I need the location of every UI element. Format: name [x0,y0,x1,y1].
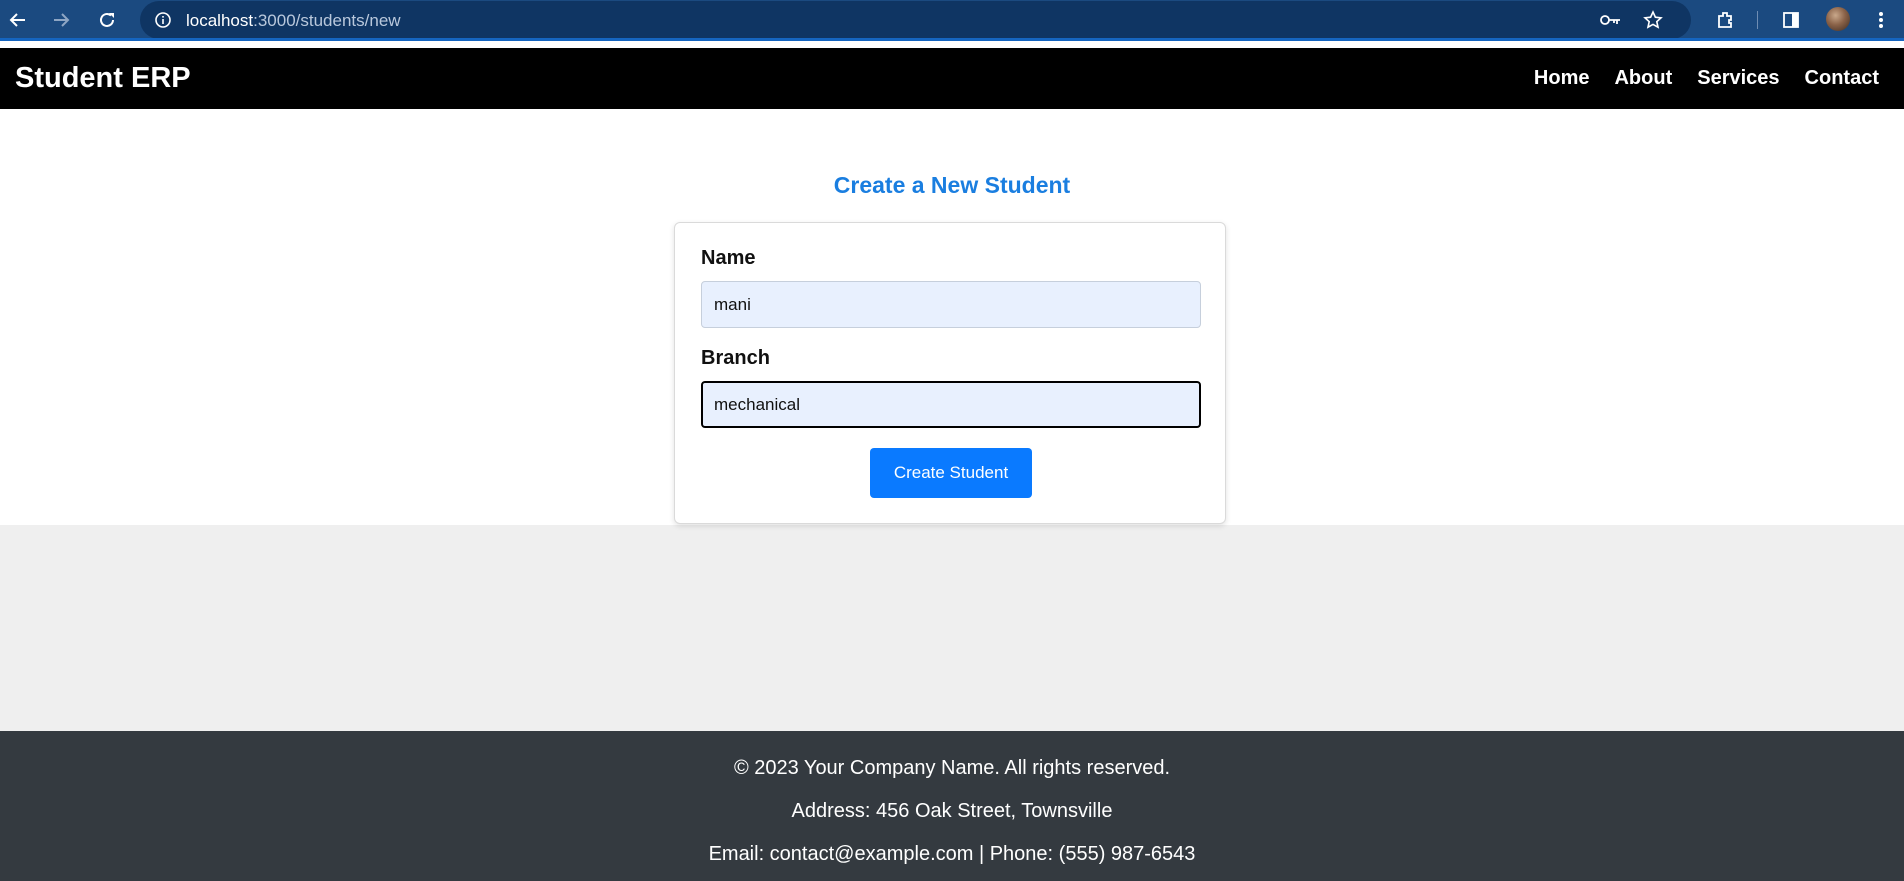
forward-arrow-icon[interactable] [46,5,76,35]
toolbar-bottom-strip [0,38,1904,41]
footer-address: Address: 456 Oak Street, Townsville [791,800,1113,822]
footer-contact: Email: contact@example.com | Phone: (555… [708,843,1196,865]
profile-avatar[interactable] [1826,7,1850,31]
nav-about-link[interactable]: About [1614,67,1672,90]
name-label: Name [701,247,756,269]
app-header: Student ERP Home About Services Contact [0,48,1904,109]
extensions-icon[interactable] [1711,5,1741,35]
password-key-icon[interactable] [1596,5,1626,35]
nav-home-link[interactable]: Home [1534,67,1590,90]
nav-services-link[interactable]: Services [1697,67,1779,90]
url-path: :3000/students/new [253,11,401,30]
site-info-icon[interactable] [148,5,178,35]
back-arrow-icon[interactable] [3,5,33,35]
page-background-gray [0,525,1904,731]
branch-label: Branch [701,347,770,369]
url-host: localhost [186,11,254,30]
side-panel-icon[interactable] [1776,5,1806,35]
footer-copyright: © 2023 Your Company Name. All rights res… [733,757,1171,779]
brand-title[interactable]: Student ERP [15,62,191,95]
browser-toolbar: localhost:3000/students/new [0,0,1904,41]
page-title: Create a New Student [833,172,1071,198]
reload-icon[interactable] [92,5,122,35]
name-input[interactable] [701,281,1201,328]
create-student-button[interactable]: Create Student [870,448,1032,498]
student-form-card: Name Branch Create Student [674,222,1226,524]
more-menu-icon[interactable] [1866,5,1896,35]
nav-contact-link[interactable]: Contact [1805,67,1879,90]
address-bar[interactable]: localhost:3000/students/new [140,1,1691,39]
main-nav: Home About Services Contact [1534,67,1879,90]
branch-input[interactable] [701,381,1201,428]
toolbar-separator [1757,11,1758,29]
site-footer: © 2023 Your Company Name. All rights res… [0,731,1904,881]
bookmark-star-icon[interactable] [1638,5,1668,35]
url-text: localhost:3000/students/new [186,11,401,31]
